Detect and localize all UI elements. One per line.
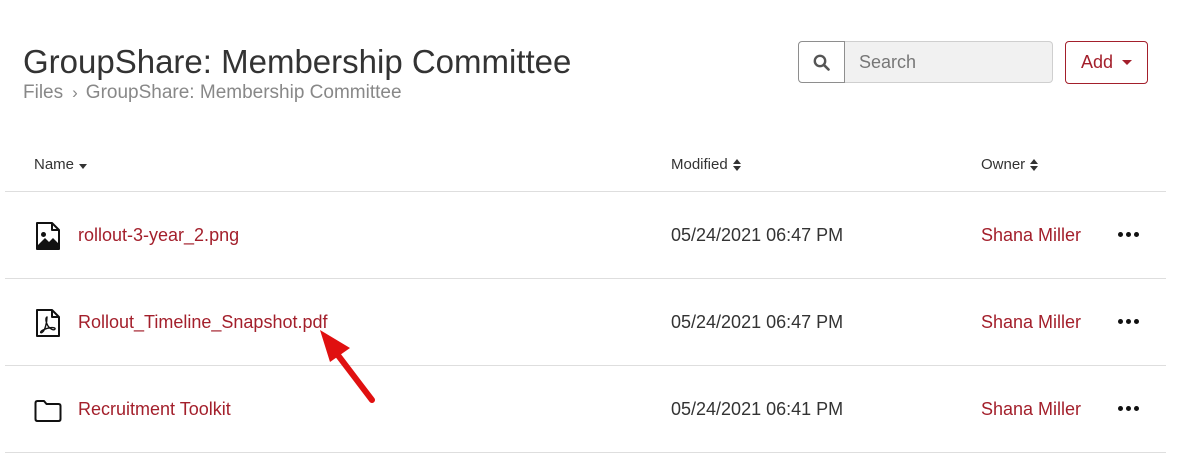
column-header-name[interactable]: Name	[34, 156, 88, 173]
pdf-file-icon	[36, 309, 60, 337]
file-table: Name Modified Owner rollout-3-year_2.png…	[5, 140, 1166, 453]
more-options-button[interactable]	[1115, 313, 1141, 329]
column-header-owner[interactable]: Owner	[981, 156, 1039, 173]
table-row[interactable]: rollout-3-year_2.png 05/24/2021 06:47 PM…	[5, 192, 1166, 279]
breadcrumb-root-link[interactable]: Files	[23, 82, 63, 104]
add-button-label: Add	[1080, 52, 1114, 72]
column-header-owner-label: Owner	[981, 156, 1026, 173]
owner-link[interactable]: Shana Miller	[981, 312, 1081, 333]
more-options-button[interactable]	[1115, 400, 1141, 416]
sort-icon	[732, 158, 741, 171]
search-group	[798, 41, 1053, 83]
modified-date: 05/24/2021 06:41 PM	[671, 399, 844, 419]
page-title: GroupShare: Membership Committee	[23, 43, 572, 80]
owner-link[interactable]: Shana Miller	[981, 225, 1081, 246]
search-icon	[813, 54, 830, 71]
column-header-modified-label: Modified	[671, 156, 728, 173]
red-arrow-pointer-icon	[320, 330, 375, 403]
breadcrumb-current: GroupShare: Membership Committee	[85, 82, 402, 103]
caret-down-icon	[1122, 60, 1133, 65]
more-options-button[interactable]	[1115, 226, 1141, 242]
more-options-icon	[1117, 405, 1139, 411]
sort-icon	[1030, 158, 1039, 171]
column-header-modified[interactable]: Modified	[671, 156, 741, 173]
add-button[interactable]: Add	[1065, 41, 1148, 84]
owner-link[interactable]: Shana Miller	[981, 399, 1081, 420]
sort-descending-icon	[79, 163, 88, 169]
file-name-link[interactable]: Rollout_Timeline_Snapshot.pdf	[78, 312, 328, 333]
modified-date: 05/24/2021 06:47 PM	[671, 312, 844, 332]
breadcrumb-separator-icon: ›	[72, 83, 78, 102]
folder-icon	[34, 400, 62, 422]
modified-date: 05/24/2021 06:47 PM	[671, 225, 844, 245]
image-file-icon	[36, 222, 60, 250]
table-row[interactable]: Rollout_Timeline_Snapshot.pdf 05/24/2021…	[5, 279, 1166, 366]
file-name-link[interactable]: rollout-3-year_2.png	[78, 225, 239, 246]
folder-name-link[interactable]: Recruitment Toolkit	[78, 399, 231, 420]
table-row[interactable]: Recruitment Toolkit 05/24/2021 06:41 PM …	[5, 366, 1166, 453]
search-input[interactable]	[845, 41, 1053, 83]
more-options-icon	[1117, 318, 1139, 324]
search-button[interactable]	[798, 41, 845, 83]
table-header: Name Modified Owner	[5, 140, 1166, 192]
breadcrumb: Files › GroupShare: Membership Committee	[23, 82, 402, 104]
column-header-name-label: Name	[34, 156, 75, 173]
more-options-icon	[1117, 231, 1139, 237]
